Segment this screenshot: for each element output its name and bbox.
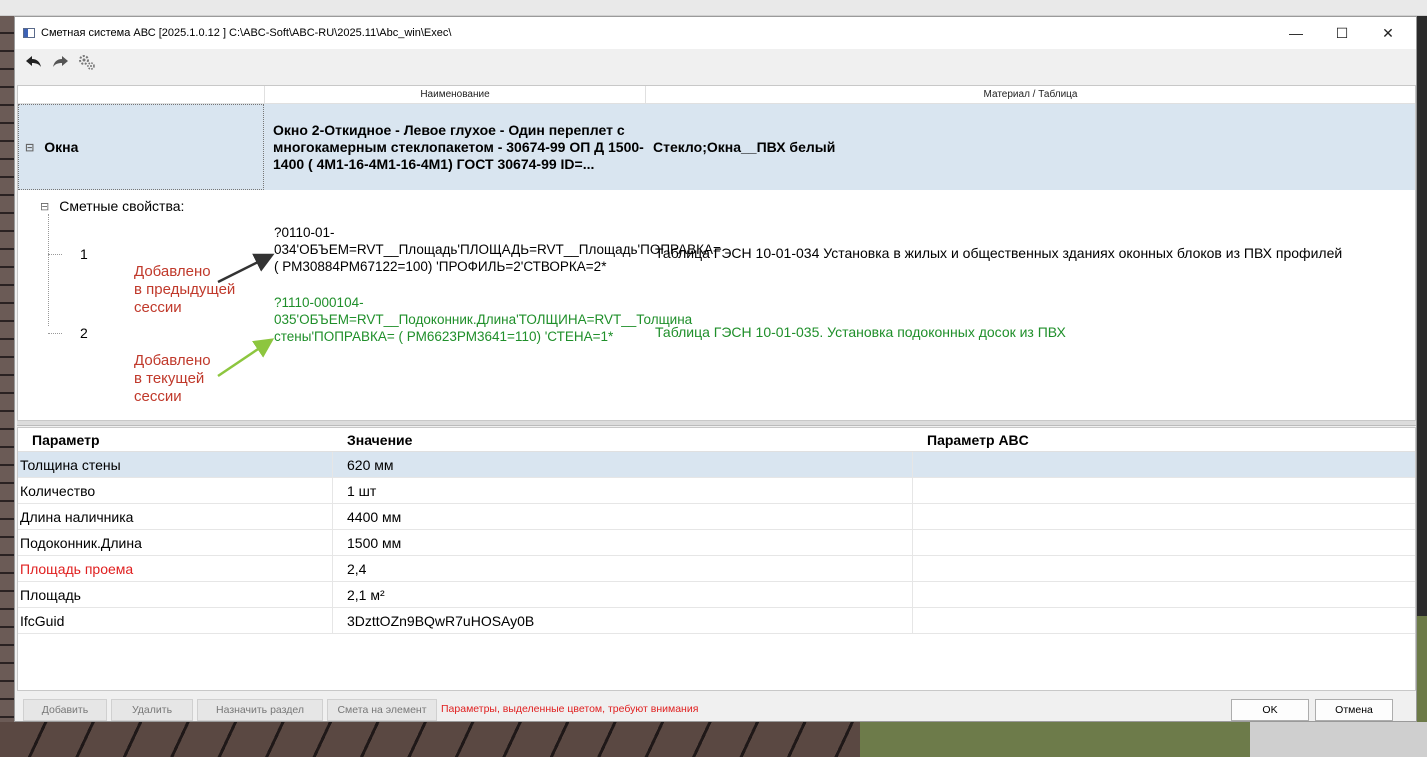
panel-splitter[interactable] bbox=[17, 421, 1416, 426]
param-abc[interactable] bbox=[913, 608, 1415, 634]
param-abc[interactable] bbox=[913, 556, 1415, 582]
param-abc[interactable] bbox=[913, 478, 1415, 504]
arrow-current bbox=[217, 338, 275, 378]
param-name: Длина наличника bbox=[18, 503, 333, 530]
app-icon bbox=[23, 28, 35, 38]
element-name: Окно 2-Откидное - Левое глухое - Один пе… bbox=[273, 121, 644, 172]
annotation-previous-session: Добавлено в предыдущей сессии bbox=[134, 263, 235, 317]
minimize-button[interactable]: — bbox=[1273, 17, 1319, 49]
param-value[interactable]: 1 шт bbox=[333, 477, 913, 504]
warning-message: Параметры, выделенные цветом, требуют вн… bbox=[441, 703, 699, 715]
table-row[interactable]: Количество 1 шт bbox=[18, 477, 1415, 504]
assign-section-button[interactable]: Назначить раздел bbox=[197, 699, 323, 721]
param-abc[interactable] bbox=[913, 504, 1415, 530]
estimate-item-formula[interactable]: ?0110-01-034'ОБЪЕМ=RVT__Площадь'ПЛОЩАДЬ=… bbox=[274, 224, 721, 275]
close-button[interactable]: ✕ bbox=[1365, 17, 1411, 49]
estimate-dialog: Сметная система АВС [2025.1.0.12 ] C:\AB… bbox=[14, 16, 1417, 722]
cancel-button[interactable]: Отмена bbox=[1315, 699, 1393, 721]
param-abc[interactable] bbox=[913, 452, 1415, 478]
tree-header: Наименование Материал / Таблица bbox=[18, 86, 1415, 104]
estimate-item-table[interactable]: Таблица ГЭСН 10-01-034 Установка в жилых… bbox=[655, 245, 1342, 261]
redo-icon[interactable] bbox=[51, 55, 69, 72]
table-row[interactable]: Толщина стены 620 мм bbox=[18, 451, 1415, 478]
collapse-icon[interactable]: ⊟ bbox=[40, 200, 49, 213]
background-viewport-right bbox=[1417, 16, 1427, 757]
params-grid: Параметр Значение Параметр ABC Толщина с… bbox=[17, 427, 1416, 691]
param-value[interactable]: 2,4 bbox=[333, 555, 913, 582]
tree-connector bbox=[48, 254, 62, 255]
window-title: Сметная система АВС [2025.1.0.12 ] C:\AB… bbox=[41, 27, 452, 39]
ok-button[interactable]: OK bbox=[1231, 699, 1309, 721]
estimate-props-label: Сметные свойства: bbox=[59, 198, 185, 214]
param-name: Площадь bbox=[18, 581, 333, 608]
estimate-element-button[interactable]: Смета на элемент bbox=[327, 699, 437, 721]
annotation-text: Добавлено в текущей сессии bbox=[134, 352, 211, 405]
estimate-item-index[interactable]: 2 bbox=[80, 325, 88, 341]
params-header-value[interactable]: Значение bbox=[333, 432, 913, 448]
background-viewport-left bbox=[0, 16, 14, 757]
delete-button[interactable]: Удалить bbox=[111, 699, 193, 721]
params-header-abc[interactable]: Параметр ABC bbox=[913, 432, 1415, 448]
param-abc[interactable] bbox=[913, 582, 1415, 608]
table-row[interactable]: IfcGuid 3DzttOZn9BQwR7uHOSAy0B bbox=[18, 607, 1415, 634]
param-value[interactable]: 620 мм bbox=[333, 451, 913, 478]
param-name: Количество bbox=[18, 477, 333, 504]
tree-header-name[interactable]: Наименование bbox=[264, 86, 645, 104]
collapse-icon[interactable]: ⊟ bbox=[25, 141, 34, 154]
tree-row-element[interactable]: ⊟ Окна Окно 2-Откидное - Левое глухое - … bbox=[18, 104, 1415, 190]
annotation-current-session: Добавлено в текущей сессии bbox=[134, 352, 211, 406]
table-row[interactable]: Длина наличника 4400 мм bbox=[18, 503, 1415, 530]
tree-connector bbox=[48, 333, 62, 334]
element-tree: Наименование Материал / Таблица ⊟ Окна О… bbox=[17, 85, 1416, 421]
table-row[interactable]: Площадь проема 2,4 bbox=[18, 555, 1415, 582]
toolbar bbox=[15, 49, 1416, 77]
params-header: Параметр Значение Параметр ABC bbox=[18, 428, 1415, 452]
param-value[interactable]: 4400 мм bbox=[333, 503, 913, 530]
estimate-props-node[interactable]: ⊟ Сметные свойства: bbox=[40, 198, 184, 214]
table-row[interactable]: Площадь 2,1 м² bbox=[18, 581, 1415, 608]
param-abc[interactable] bbox=[913, 530, 1415, 556]
estimate-item-index[interactable]: 1 bbox=[80, 246, 88, 262]
param-name: IfcGuid bbox=[18, 607, 333, 634]
background-app-strip bbox=[0, 0, 1427, 16]
element-category: Окна bbox=[44, 139, 79, 155]
button-bar: Добавить Удалить Назначить раздел Смета … bbox=[15, 699, 1416, 721]
add-button[interactable]: Добавить bbox=[23, 699, 107, 721]
param-name-warning: Площадь проема bbox=[18, 555, 333, 582]
tree-header-material[interactable]: Материал / Таблица bbox=[645, 86, 1415, 104]
params-header-name[interactable]: Параметр bbox=[18, 432, 333, 448]
param-name: Подоконник.Длина bbox=[18, 529, 333, 556]
maximize-button[interactable]: ☐ bbox=[1319, 17, 1365, 49]
element-material: Стекло;Окна__ПВХ белый bbox=[653, 139, 836, 155]
param-value[interactable]: 2,1 м² bbox=[333, 581, 913, 608]
tree-connector bbox=[48, 214, 49, 326]
element-category-cell[interactable]: ⊟ Окна bbox=[18, 104, 264, 190]
param-value[interactable]: 3DzttOZn9BQwR7uHOSAy0B bbox=[333, 607, 913, 634]
annotation-text: Добавлено в предыдущей сессии bbox=[134, 263, 236, 316]
tree-header-blank bbox=[18, 86, 264, 104]
param-name: Толщина стены bbox=[18, 451, 333, 478]
param-value[interactable]: 1500 мм bbox=[333, 529, 913, 556]
table-row[interactable]: Подоконник.Длина 1500 мм bbox=[18, 529, 1415, 556]
title-bar[interactable]: Сметная система АВС [2025.1.0.12 ] C:\AB… bbox=[15, 17, 1416, 49]
undo-icon[interactable] bbox=[25, 55, 43, 72]
estimate-item-table[interactable]: Таблица ГЭСН 10-01-035. Установка подоко… bbox=[655, 324, 1066, 340]
background-viewport-bottom bbox=[0, 722, 1427, 757]
gears-icon[interactable] bbox=[77, 53, 97, 74]
estimate-item-formula[interactable]: ?1110-000104-035'ОБЪЕМ=RVT__Подоконник.Д… bbox=[274, 294, 692, 345]
